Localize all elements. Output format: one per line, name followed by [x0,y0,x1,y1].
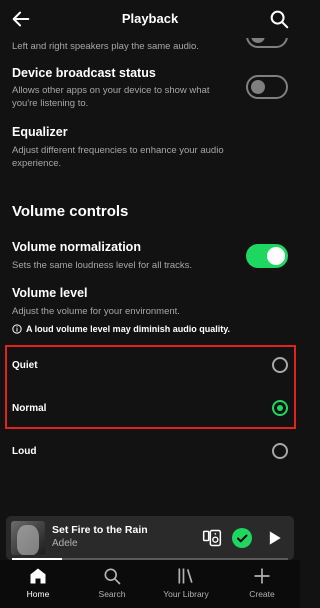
nav-create[interactable]: Create [232,566,292,599]
volume-level-description: Adjust the volume for your environment. [12,306,180,317]
now-playing-bar[interactable]: Set Fire to the Rain Adele [6,516,294,560]
liked-check-icon[interactable] [232,528,252,548]
nav-home-label: Home [26,589,50,599]
volume-section-title: Volume controls [12,203,129,220]
volume-warning: A loud volume level may diminish audio q… [12,324,288,334]
highlight-box [5,345,296,429]
broadcast-description: Allows other apps on your device to show… [12,85,210,109]
broadcast-title: Device broadcast status [12,66,156,80]
header: Playback [0,0,300,38]
bottom-nav: Home Search Your Library Create [0,560,300,608]
nav-library[interactable]: Your Library [156,566,216,599]
search-icon[interactable] [268,8,290,30]
nav-search[interactable]: Search [82,566,142,599]
equalizer-title[interactable]: Equalizer [12,125,288,139]
nav-search-label: Search [98,589,126,599]
home-icon [30,568,46,584]
option-loud-radio[interactable] [272,443,288,459]
toggle-knob [267,247,285,265]
artist-name: Adele [52,538,78,549]
nav-library-label: Your Library [163,589,209,599]
play-icon[interactable] [264,528,284,548]
connect-device-icon[interactable] [202,528,222,548]
broadcast-toggle[interactable] [246,75,288,99]
info-icon [12,324,22,334]
volume-warning-text: A loud volume level may diminish audio q… [26,324,231,334]
equalizer-description: Adjust different frequencies to enhance … [12,145,224,169]
search-icon [104,568,121,585]
nav-create-label: Create [249,589,275,599]
plus-icon [254,568,270,584]
page-title: Playback [121,11,179,26]
normalization-toggle[interactable] [246,244,288,268]
option-loud-label[interactable]: Loud [12,446,36,457]
album-cover [11,521,45,555]
library-icon [178,568,193,584]
volume-level-title: Volume level [12,286,88,300]
song-title: Set Fire to the Rain [52,524,148,536]
toggle-knob [251,80,265,94]
nav-home[interactable]: Home [8,566,68,599]
